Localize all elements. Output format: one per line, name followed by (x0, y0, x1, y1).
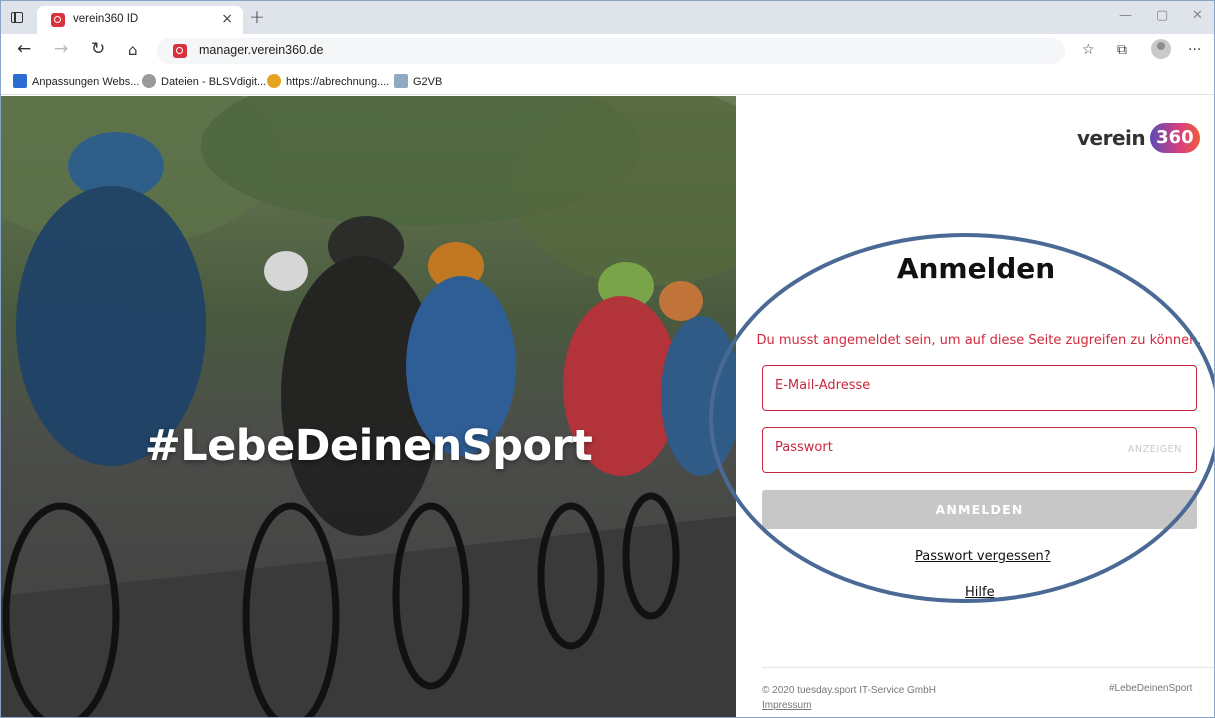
new-tab-button[interactable]: + (249, 6, 265, 28)
show-password-button[interactable]: ANZEIGEN (1128, 444, 1182, 455)
document-icon (13, 74, 27, 88)
image-icon (394, 74, 408, 88)
bookmark-item[interactable]: G2VB (394, 74, 442, 88)
logo-word: verein (1077, 126, 1146, 150)
cyclists-photo (1, 96, 736, 717)
url-text[interactable]: manager.verein360.de (199, 43, 323, 57)
footer-divider (762, 667, 1214, 668)
tab-bar: verein360 ID × + — ▢ ✕ (1, 1, 1214, 34)
password-input[interactable] (775, 440, 1115, 455)
site-favicon-icon (173, 44, 187, 58)
email-field[interactable] (762, 365, 1197, 411)
minimize-icon[interactable]: — (1119, 8, 1132, 23)
imprint-link[interactable]: Impressum (762, 700, 811, 711)
copyright-text: © 2020 tuesday.sport IT-Service GmbH (762, 685, 936, 696)
back-icon[interactable]: ← (17, 39, 31, 59)
bookmarks-bar: Anpassungen Webs... Dateien - BLSVdigit.… (1, 67, 1214, 95)
email-input[interactable] (775, 378, 1115, 393)
more-menu-icon[interactable]: ··· (1188, 42, 1201, 58)
help-link[interactable]: Hilfe (965, 585, 995, 600)
restore-icon[interactable]: ▢ (1156, 8, 1168, 23)
forgot-password-link[interactable]: Passwort vergessen? (915, 549, 1051, 564)
bookmark-item[interactable]: Dateien - BLSVdigit... (142, 74, 266, 88)
browser-window: verein360 ID × + — ▢ ✕ ← → ↻ ⌂ manager.v… (0, 0, 1215, 718)
verein360-logo: verein 360 (1077, 123, 1200, 153)
close-window-icon[interactable]: ✕ (1192, 8, 1203, 23)
forward-icon[interactable]: → (54, 39, 68, 59)
bookmark-item[interactable]: Anpassungen Webs... (13, 74, 139, 88)
home-icon[interactable]: ⌂ (128, 41, 138, 59)
tab-title: verein360 ID (73, 13, 139, 25)
page-title: Anmelden (896, 252, 1056, 285)
bookmark-item[interactable]: https://abrechnung.... (267, 74, 389, 88)
hero-slogan: #LebeDeinenSport (144, 421, 593, 471)
login-panel: verein 360 Anmelden Du musst angemeldet … (736, 96, 1214, 717)
cloud-icon (142, 74, 156, 88)
footer-hashtag: #LebeDeinenSport (1109, 683, 1193, 694)
refresh-icon[interactable]: ↻ (91, 39, 105, 59)
close-tab-icon[interactable]: × (221, 11, 233, 27)
login-required-message: Du musst angemeldet sein, um auf diese S… (756, 333, 1202, 348)
profile-avatar-icon[interactable] (1151, 39, 1171, 59)
password-field[interactable]: ANZEIGEN (762, 427, 1197, 473)
address-bar[interactable]: manager.verein360.de (157, 38, 1065, 64)
tab-actions-icon[interactable] (7, 8, 27, 28)
login-button[interactable]: ANMELDEN (762, 490, 1197, 529)
hero-image: #LebeDeinenSport (1, 96, 736, 717)
favorites-icon[interactable]: ☆ (1082, 42, 1095, 58)
sun-icon (267, 74, 281, 88)
verein360-favicon-icon (51, 13, 65, 27)
navigation-bar: ← → ↻ ⌂ manager.verein360.de ☆ ⧉ ··· (1, 34, 1214, 67)
collections-icon[interactable]: ⧉ (1117, 42, 1127, 58)
browser-tab[interactable]: verein360 ID × (37, 6, 243, 34)
logo-badge: 360 (1150, 123, 1200, 153)
